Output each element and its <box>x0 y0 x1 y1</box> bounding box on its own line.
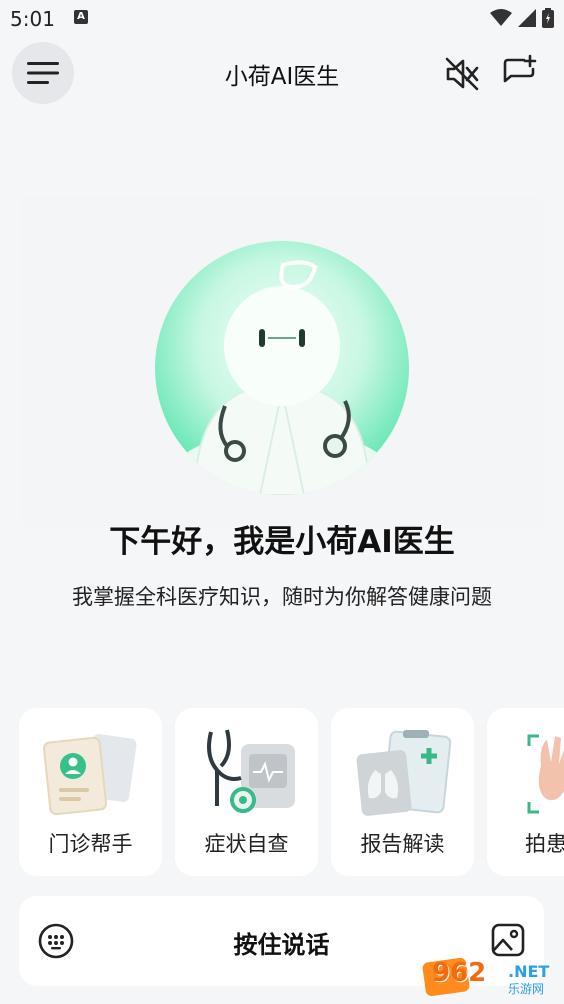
feature-card-symptom-check[interactable]: 症状自查 <box>175 708 318 876</box>
mute-button[interactable] <box>444 56 480 92</box>
feature-label: 拍患 <box>525 832 564 856</box>
greeting-subtitle: 我掌握全科医疗知识，随时为你解答健康问题 <box>72 585 492 609</box>
feature-card-report-reading[interactable]: 报告解读 <box>331 708 474 876</box>
greeting-heading: 下午好，我是小荷AI医生 <box>109 524 455 560</box>
speaker-muted-icon <box>445 57 479 91</box>
doctor-avatar <box>155 241 409 495</box>
feature-card-photo[interactable]: 拍患 <box>487 708 564 876</box>
feature-label: 报告解读 <box>360 832 445 856</box>
watermark-net: .NET <box>508 962 550 981</box>
feature-cards: 门诊帮手 症状自查 报告解读 拍患 <box>19 708 564 876</box>
status-bar: 5:01 A <box>0 0 564 38</box>
wifi-icon <box>490 9 512 26</box>
watermark-sub: 乐游网 <box>508 982 545 996</box>
doctor-mascot-icon <box>162 260 402 495</box>
lung-report-icon <box>356 730 452 816</box>
app-header: 小荷AI医生 <box>0 40 564 106</box>
status-time: 5:01 <box>10 7 55 31</box>
battery-icon <box>542 8 554 28</box>
hand-scan-icon <box>527 734 564 814</box>
site-watermark: 962 .NET 乐游网 <box>421 954 556 998</box>
feature-card-clinic-helper[interactable]: 门诊帮手 <box>19 708 162 876</box>
stethoscope-monitor-icon <box>207 729 295 813</box>
watermark-number: 962 <box>432 958 487 988</box>
feature-label: 症状自查 <box>204 832 289 856</box>
notification-a-icon: A <box>74 10 88 24</box>
new-chat-button[interactable] <box>502 54 538 90</box>
feature-label: 门诊帮手 <box>48 832 133 856</box>
new-chat-icon <box>503 54 537 83</box>
clinic-card-icon <box>42 734 137 816</box>
image-upload-button[interactable] <box>490 922 526 958</box>
image-icon <box>491 923 525 957</box>
signal-icon <box>518 9 536 27</box>
